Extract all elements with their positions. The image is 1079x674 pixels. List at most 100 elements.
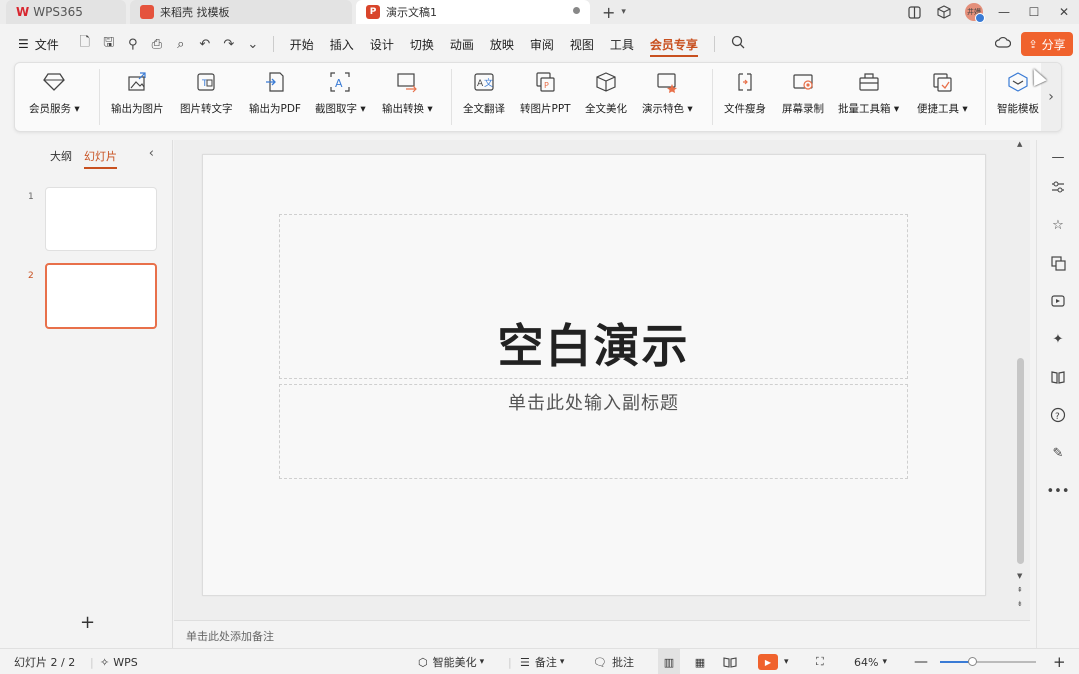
translate-button[interactable]: A文 全文翻译 [463,69,505,127]
tab-slideshow[interactable]: 放映 [482,30,522,58]
grid-view-icon[interactable]: ▦ [690,649,710,674]
cloud-sync-icon[interactable] [994,36,1012,52]
to-image-ppt-button[interactable]: P 转图片PPT [520,69,571,127]
close-icon[interactable]: ✕ [1049,0,1079,24]
next-slide-icon[interactable]: ⇟ [1017,600,1023,608]
zoom-slider[interactable] [940,657,1036,666]
normal-view-icon[interactable]: ▥ [658,649,680,674]
share-button[interactable]: ⇪ 分享 [1021,32,1073,56]
smart-beautify-button[interactable]: ⬡ 智能美化 ▾ [418,649,484,674]
window-tab-bar: W WPS365 来稻壳 找模板 P 演示文稿1 + ▾ 井嫚 — ☐ ✕ [0,0,1079,24]
ribbon-toolbar: 会员服务 ▾ 输出为图片 T 图片转文字 输出为PDF A 截图取字 ▾ 输出转… [14,62,1062,132]
new-file-icon[interactable]: 🗋 [73,33,97,55]
avatar[interactable]: 井嫚 [965,3,985,23]
magic-tools-icon[interactable]: ✦ [1047,328,1069,350]
tab-animations[interactable]: 动画 [442,30,482,58]
more-chevron-icon[interactable]: ⌄ [241,33,265,55]
properties-sliders-icon[interactable] [1047,176,1069,198]
notes-area[interactable]: 单击此处添加备注 [174,620,1030,648]
current-slide: 空白演示 单击此处输入副标题 [202,154,986,596]
print-icon[interactable]: ⎙ [145,33,169,55]
scrollbar-thumb[interactable] [1017,358,1024,564]
convert-button[interactable]: 输出转换 ▾ [382,69,433,127]
undo-icon[interactable]: ↶ [193,33,217,55]
tab-outline[interactable]: 大纲 [50,148,72,169]
zoom-out-icon[interactable]: — [914,649,928,674]
unsaved-dot-icon[interactable] [573,7,580,14]
scroll-up-icon[interactable]: ▲ [1017,140,1022,148]
screenshot-ocr-icon: A [327,69,353,95]
image-to-text-button[interactable]: T 图片转文字 [180,69,233,127]
new-tab-button[interactable]: + ▾ [602,0,626,24]
export-pdf-button[interactable]: 输出为PDF [249,69,301,127]
file-menu[interactable]: ☰ 文件 [18,36,59,53]
duplicate-icon[interactable] [1047,252,1069,274]
tab-wps365[interactable]: W WPS365 [6,0,126,24]
title-placeholder[interactable]: 空白演示 [279,214,908,379]
slide-thumbnail-1[interactable] [45,187,157,251]
tab-home[interactable]: 开始 [282,30,322,58]
slide-thumbnail-2[interactable] [45,263,157,329]
comments-button[interactable]: 🗨 批注 [593,649,634,674]
batch-toolbox-button[interactable]: 批量工具箱 ▾ [838,69,899,127]
slide-number: 1 [28,192,34,202]
export-image-button[interactable]: 输出为图片 [111,69,164,127]
plus-icon: + [602,2,616,22]
chevron-down-icon[interactable]: ▾ [621,7,626,17]
subtitle-placeholder[interactable]: 单击此处输入副标题 [279,384,908,479]
minimize-icon[interactable]: — [989,0,1019,24]
zoom-in-icon[interactable]: + [1053,649,1066,674]
screenshot-ocr-button[interactable]: A 截图取字 ▾ [315,69,366,127]
collapse-sidebar-icon[interactable]: — [1047,146,1069,168]
beautify-button[interactable]: 全文美化 [585,69,627,127]
file-slim-button[interactable]: 文件瘦身 [724,69,766,127]
member-service-button[interactable]: 会员服务 ▾ [29,69,80,127]
batch-toolbox-icon [856,69,882,95]
tab-view[interactable]: 视图 [562,30,602,58]
cube-icon[interactable] [929,0,959,24]
search-icon[interactable] [731,35,745,53]
zoom-slider-handle[interactable] [967,657,977,666]
redo-icon[interactable]: ↷ [217,33,241,55]
tab-member-exclusive[interactable]: 会员专享 [642,30,706,58]
feedback-icon[interactable]: ✎ [1047,442,1069,464]
play-slideshow-button[interactable]: ▶ ▾ [758,649,789,674]
presentation-feature-button[interactable]: 演示特色 ▾ [642,69,693,127]
reading-view-icon[interactable] [720,649,740,674]
tab-transitions[interactable]: 切换 [402,30,442,58]
tab-insert[interactable]: 插入 [322,30,362,58]
ribbon-scroll-right-icon[interactable]: › [1041,63,1061,131]
tab-presentation-doc[interactable]: P 演示文稿1 [356,0,590,24]
vertical-scrollbar[interactable]: ▲ ▼ ⇞ ⇟ [1014,140,1028,620]
file-slim-icon [732,69,758,95]
tab-tools[interactable]: 工具 [602,30,642,58]
chevron-down-icon[interactable]: ▾ [784,657,789,667]
more-icon[interactable]: ••• [1047,480,1070,502]
tab-design[interactable]: 设计 [362,30,402,58]
daoke-icon [140,5,154,19]
zoom-level[interactable]: 64% ▾ [854,649,887,674]
scroll-down-icon[interactable]: ▼ [1017,572,1022,580]
notes-toggle-button[interactable]: ☰ 备注 ▾ [520,649,564,674]
animation-icon[interactable] [1047,290,1069,312]
tab-daoke[interactable]: 来稻壳 找模板 [130,0,352,24]
star-icon[interactable]: ☆ [1047,214,1069,236]
convenient-tools-button[interactable]: 便捷工具 ▾ [917,69,968,127]
print-preview-icon[interactable]: ⌕ [169,33,193,55]
share-link-icon[interactable]: ⚲ [121,33,145,55]
save-icon[interactable]: 🖫 [97,33,121,55]
screen-record-button[interactable]: 屏幕录制 [782,69,824,127]
tab-review[interactable]: 审阅 [522,30,562,58]
maximize-icon[interactable]: ☐ [1019,0,1049,24]
ribbon-label: 屏幕录制 [782,103,824,115]
book-icon[interactable] [1047,366,1069,388]
fit-window-icon[interactable]: ⛶ [816,649,824,674]
tab-slides[interactable]: 幻灯片 [84,148,117,169]
add-slide-button[interactable]: + [80,612,95,633]
prev-slide-icon[interactable]: ⇞ [1017,586,1023,594]
convenient-tools-icon [929,69,955,95]
help-icon[interactable]: ? [1047,404,1069,426]
reading-mode-icon[interactable] [899,0,929,24]
collapse-panel-icon[interactable]: ‹ [149,146,154,161]
wps-ai-button[interactable]: ✧ WPS [100,649,138,674]
